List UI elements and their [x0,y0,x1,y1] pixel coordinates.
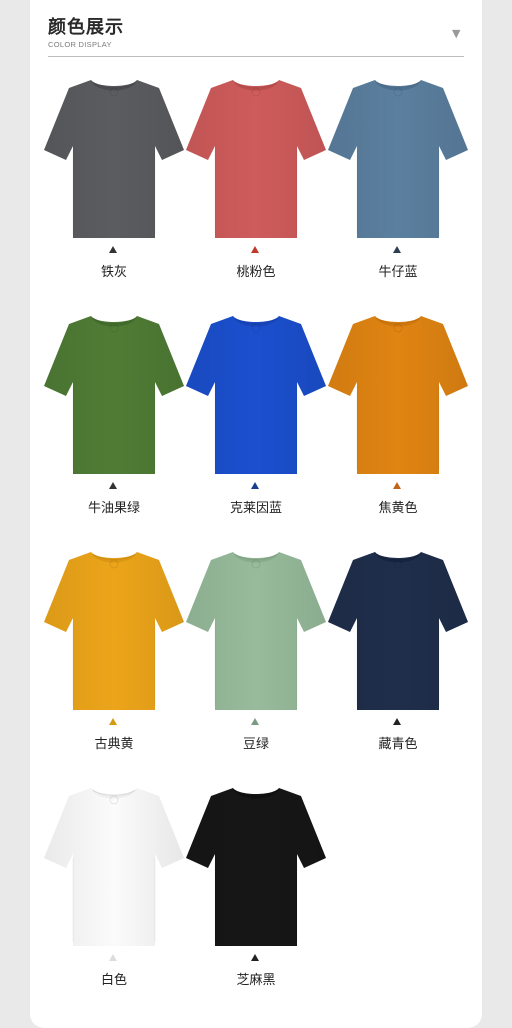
color-label: 焦黄色 [378,501,418,516]
color-option[interactable]: 芝麻黑 [183,782,329,1018]
tshirt-image [41,546,187,714]
color-option[interactable]: 白色 [41,782,187,1018]
tshirt-image [325,546,471,714]
header-divider [48,56,464,57]
section-subtitle: COLOR DISPLAY [48,40,112,49]
tshirt-icon [186,80,326,238]
color-label: 牛仔蓝 [378,265,418,280]
color-option[interactable]: 古典黄 [41,546,187,782]
color-option[interactable]: 焦黄色 [325,310,471,546]
tshirt-image [183,74,329,242]
color-label: 白色 [100,973,127,988]
triangle-up-icon [393,718,401,725]
color-option[interactable]: 克莱因蓝 [183,310,329,546]
color-label: 藏青色 [378,737,418,752]
color-option[interactable]: 藏青色 [325,546,471,782]
color-label: 古典黄 [94,737,134,752]
tshirt-image [325,74,471,242]
tshirt-icon [44,552,184,710]
tshirt-image [183,310,329,478]
tshirt-image [41,782,187,950]
color-option[interactable]: 豆绿 [183,546,329,782]
triangle-up-icon [251,246,259,253]
color-option[interactable]: 铁灰 [41,74,187,310]
triangle-up-icon [251,718,259,725]
color-label: 桃粉色 [236,265,276,280]
triangle-up-icon [109,718,117,725]
tshirt-image [325,310,471,478]
triangle-up-icon [109,246,117,253]
section-header: 颜色展示 COLOR DISPLAY [48,16,464,49]
tshirt-icon [328,316,468,474]
triangle-up-icon [251,954,259,961]
tshirt-icon [44,316,184,474]
triangle-up-icon [393,482,401,489]
color-label: 牛油果绿 [87,501,140,516]
section-title: 颜色展示 [48,17,124,38]
tshirt-icon [186,552,326,710]
triangle-up-icon [393,246,401,253]
triangle-down-icon[interactable]: ▼ [452,28,460,40]
color-label: 铁灰 [100,265,127,280]
tshirt-icon [328,552,468,710]
triangle-up-icon [109,482,117,489]
tshirt-image [41,74,187,242]
tshirt-icon [44,788,184,946]
tshirt-image [183,546,329,714]
color-label: 芝麻黑 [236,973,276,988]
tshirt-image [183,782,329,950]
tshirt-icon [328,80,468,238]
color-option[interactable]: 桃粉色 [183,74,329,310]
color-label: 克莱因蓝 [229,501,282,516]
color-label: 豆绿 [242,737,269,752]
color-option[interactable]: 牛仔蓝 [325,74,471,310]
tshirt-image [41,310,187,478]
color-option[interactable]: 牛油果绿 [41,310,187,546]
triangle-up-icon [251,482,259,489]
tshirt-icon [186,316,326,474]
triangle-up-icon [109,954,117,961]
tshirt-icon [186,788,326,946]
tshirt-icon [44,80,184,238]
